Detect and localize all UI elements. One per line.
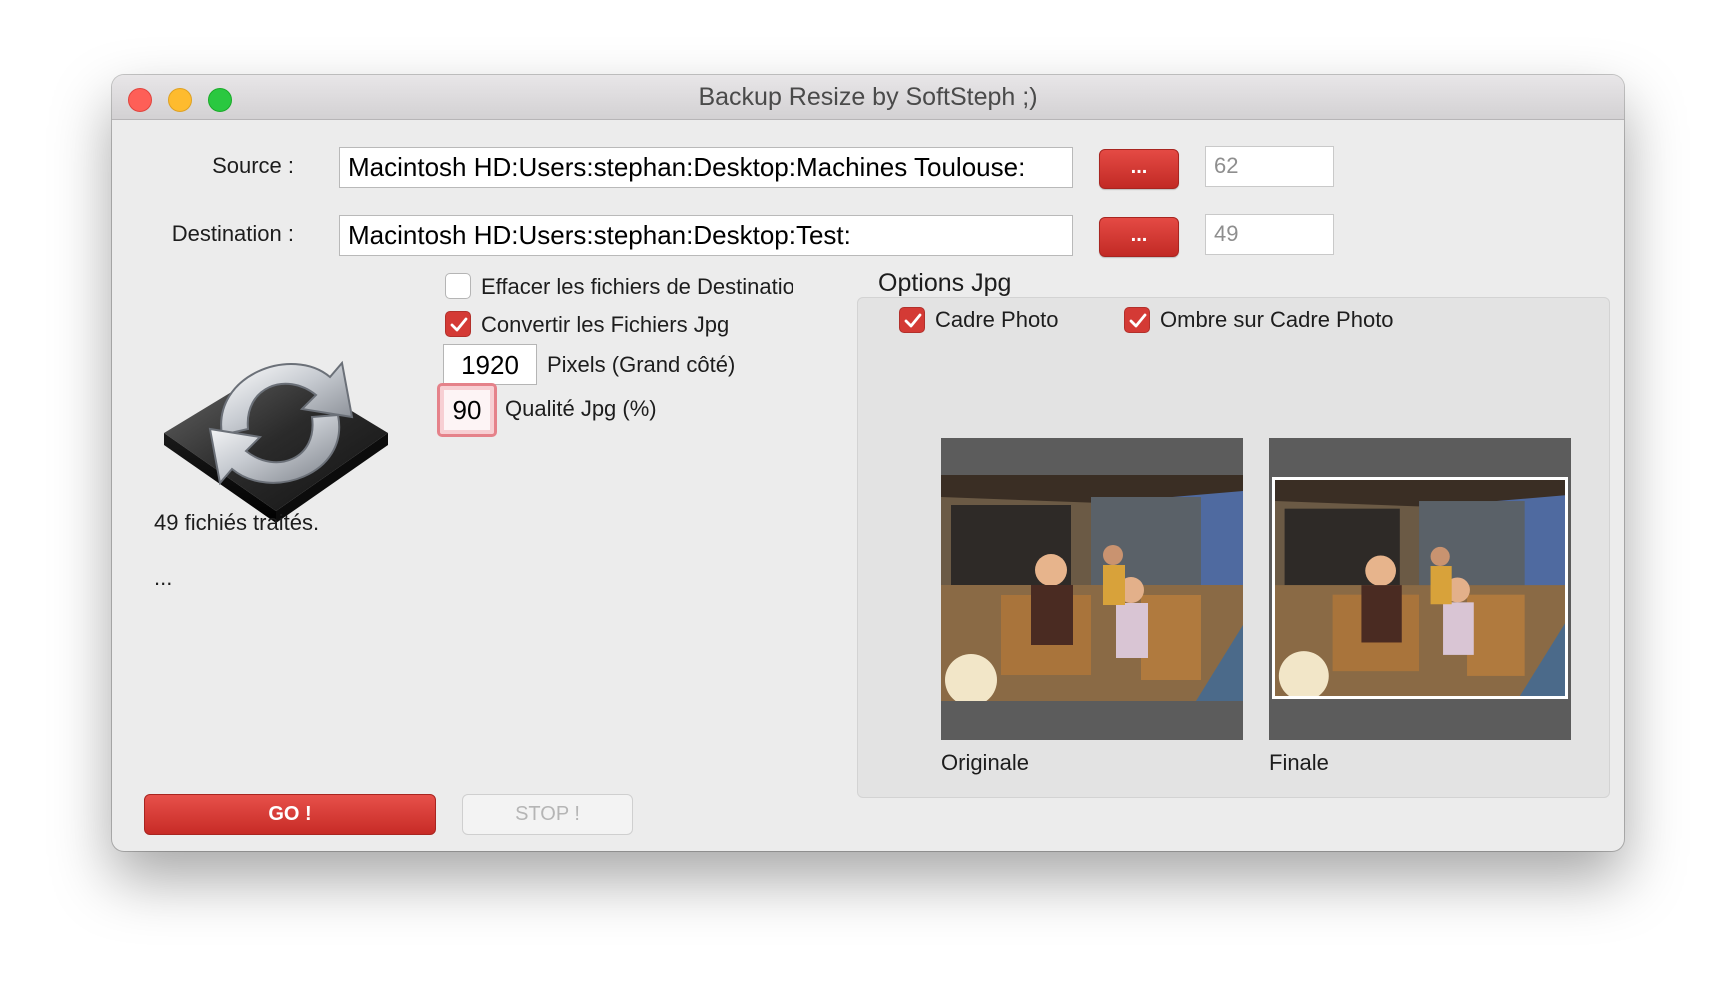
convert-jpg-label: Convertir les Fichiers Jpg: [481, 312, 730, 337]
checkmark-icon: [450, 317, 468, 332]
frame-shadow-label: Ombre sur Cadre Photo: [1160, 307, 1394, 332]
original-photo-image: [941, 475, 1243, 701]
window-title: Backup Resize by SoftSteph ;): [698, 83, 1038, 111]
erase-destination-label: Effacer les fichiers de Destinatio: [481, 274, 793, 299]
convert-jpg-checkbox[interactable]: [445, 311, 471, 337]
jpg-options-title: Options Jpg: [878, 269, 1012, 297]
original-label: Originale: [941, 750, 1030, 775]
destination-path-field[interactable]: Macintosh HD:Users:stephan:Desktop:Test:: [339, 215, 1073, 256]
final-photo-image: [1272, 477, 1568, 699]
checkmark-icon: [1129, 313, 1147, 328]
stop-button[interactable]: STOP !: [462, 794, 633, 835]
quality-input[interactable]: 90: [444, 390, 490, 430]
source-path-field[interactable]: Macintosh HD:Users:stephan:Desktop:Machi…: [339, 147, 1073, 188]
status-processed-text: 49 fichiés traités.: [154, 510, 320, 535]
photo-frame-checkbox[interactable]: [899, 307, 925, 333]
original-preview: [941, 438, 1243, 740]
quality-label: Qualité Jpg (%): [505, 396, 657, 421]
app-window: Backup Resize by SoftSteph ;) Source : M…: [112, 75, 1624, 851]
status-detail-text: ...: [154, 565, 173, 590]
source-browse-button[interactable]: ...: [1099, 149, 1179, 189]
sync-arrows-logo-icon: [152, 305, 400, 545]
source-count-field: 62: [1205, 146, 1334, 187]
title-bar: Backup Resize by SoftSteph ;): [112, 75, 1624, 120]
checkmark-icon: [904, 313, 922, 328]
pixels-label: Pixels (Grand côté): [547, 352, 736, 377]
frame-shadow-checkbox[interactable]: [1124, 307, 1150, 333]
photo-frame-label: Cadre Photo: [935, 307, 1059, 332]
destination-count-field: 49: [1205, 214, 1334, 255]
destination-browse-button[interactable]: ...: [1099, 217, 1179, 257]
go-button[interactable]: GO !: [144, 794, 436, 835]
final-preview: [1269, 438, 1571, 740]
destination-label: Destination :: [171, 221, 294, 246]
source-label: Source :: [212, 153, 294, 178]
pixels-input[interactable]: 1920: [443, 344, 537, 385]
erase-destination-checkbox[interactable]: [445, 273, 471, 299]
final-label: Finale: [1269, 750, 1329, 775]
